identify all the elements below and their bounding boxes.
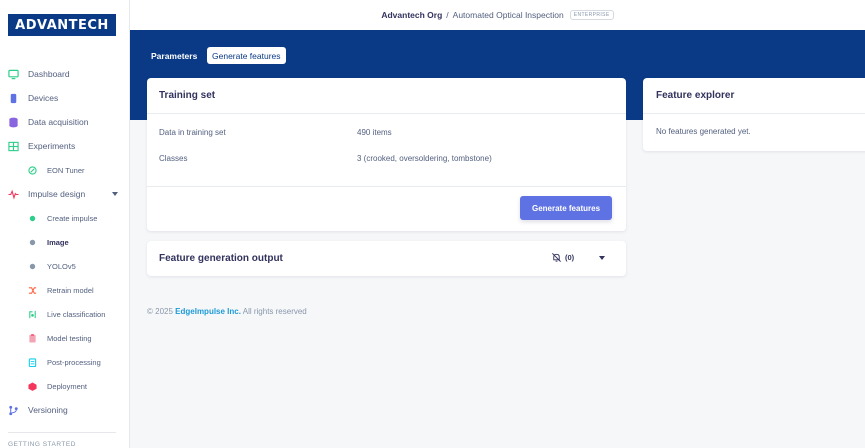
empty-state-text: No features generated yet.: [656, 127, 751, 136]
chevron-down-icon[interactable]: [112, 192, 118, 196]
sidebar: ADVANTECH Dashboard Devices Data acquisi…: [0, 0, 130, 448]
cube-icon: [28, 381, 37, 391]
classes-value: 3 (crooked, oversoldering, tombstone): [357, 154, 492, 163]
breadcrumb-separator: /: [446, 10, 449, 20]
chevron-down-icon[interactable]: [599, 256, 605, 260]
live-icon: [28, 310, 37, 319]
card-divider: [147, 186, 626, 187]
sidebar-item-label: Impulse design: [28, 189, 86, 199]
sidebar-item-live-classification[interactable]: Live classification: [0, 302, 129, 326]
branch-icon: [8, 405, 19, 416]
sidebar-item-label: Experiments: [28, 141, 76, 151]
tab-generate-features[interactable]: Generate features: [207, 47, 286, 64]
sidebar-item-eon-tuner[interactable]: EON Tuner: [0, 158, 129, 182]
sidebar-item-label: Devices: [28, 93, 59, 103]
sidebar-item-versioning[interactable]: Versioning: [0, 398, 129, 422]
generate-features-button[interactable]: Generate features: [520, 196, 612, 220]
card-header: Training set: [147, 78, 626, 114]
database-icon: [8, 117, 19, 128]
card-title: Training set: [159, 90, 216, 101]
card-title: Feature generation output: [159, 253, 283, 264]
sidebar-divider: [8, 432, 116, 433]
sidebar-item-label: Versioning: [28, 405, 68, 415]
copyright-footer: © 2025 EdgeImpulse Inc. All rights reser…: [147, 307, 307, 316]
sidebar-item-deployment[interactable]: Deployment: [0, 374, 129, 398]
tuner-icon: [28, 165, 37, 175]
sidebar-item-impulse-design[interactable]: Impulse design: [0, 182, 129, 206]
sidebar-item-label: Deployment: [47, 381, 88, 391]
dot-gray-icon: [28, 238, 37, 247]
top-bar: Advantech Org / Automated Optical Inspec…: [130, 0, 865, 30]
bell-off-icon: [551, 252, 562, 263]
sidebar-item-label: Post-processing: [47, 357, 101, 367]
feature-explorer-card: Feature explorer No features generated y…: [643, 78, 865, 151]
sidebar-item-dashboard[interactable]: Dashboard: [0, 62, 129, 86]
training-data-value: 490 items: [357, 128, 392, 137]
sidebar-item-label: Data acquisition: [28, 117, 89, 127]
sidebar-item-post-processing[interactable]: Post-processing: [0, 350, 129, 374]
sidebar-item-data-acquisition[interactable]: Data acquisition: [0, 110, 129, 134]
document-icon: [28, 357, 37, 367]
sidebar-item-label: Dashboard: [28, 69, 70, 79]
sidebar-item-devices[interactable]: Devices: [0, 86, 129, 110]
feature-generation-output-card[interactable]: Feature generation output (0): [147, 241, 626, 276]
sidebar-item-label: EON Tuner: [47, 165, 85, 175]
sidebar-item-image[interactable]: Image: [0, 230, 129, 254]
tab-parameters[interactable]: Parameters: [146, 47, 202, 64]
copyright-prefix: © 2025: [147, 307, 173, 316]
dot-green-icon: [28, 214, 37, 223]
sidebar-item-retrain-model[interactable]: Retrain model: [0, 278, 129, 302]
edgeimpulse-link[interactable]: EdgeImpulse Inc.: [175, 307, 241, 316]
notifications-toggle[interactable]: (0): [551, 252, 574, 263]
sidebar-item-label: YOLOv5: [47, 261, 76, 271]
advantech-logo[interactable]: ADVANTECH: [8, 14, 116, 36]
grid-icon: [8, 141, 19, 152]
monitor-icon: [8, 69, 19, 80]
sidebar-item-label: Retrain model: [47, 285, 94, 295]
card-title: Feature explorer: [656, 90, 735, 101]
breadcrumb-project[interactable]: Automated Optical Inspection: [453, 10, 564, 20]
output-count: (0): [565, 253, 575, 262]
breadcrumb-org[interactable]: Advantech Org: [381, 10, 442, 20]
sidebar-item-label: Model testing: [47, 333, 92, 343]
sidebar-item-yolov5[interactable]: YOLOv5: [0, 254, 129, 278]
sidebar-item-label: Image: [47, 237, 69, 247]
enterprise-badge: ENTERPRISE: [569, 10, 614, 20]
training-data-label: Data in training set: [159, 128, 226, 137]
pulse-icon: [8, 189, 19, 200]
sidebar-item-label: Create impulse: [47, 213, 98, 223]
training-set-card: Training set Data in training set 490 it…: [147, 78, 626, 231]
sidebar-section-getting-started: GETTING STARTED: [8, 441, 76, 448]
shuffle-icon: [28, 286, 37, 295]
card-header: Feature explorer: [643, 78, 865, 114]
copyright-suffix: All rights reserved: [242, 307, 307, 316]
sidebar-item-experiments[interactable]: Experiments: [0, 134, 129, 158]
classes-label: Classes: [159, 154, 188, 163]
sidebar-item-label: Live classification: [47, 309, 106, 319]
devices-icon: [8, 93, 19, 104]
sidebar-item-create-impulse[interactable]: Create impulse: [0, 206, 129, 230]
clipboard-icon: [28, 333, 37, 343]
dot-gray-icon: [28, 262, 37, 271]
sidebar-item-model-testing[interactable]: Model testing: [0, 326, 129, 350]
sidebar-nav: Dashboard Devices Data acquisition Exper…: [0, 62, 129, 422]
